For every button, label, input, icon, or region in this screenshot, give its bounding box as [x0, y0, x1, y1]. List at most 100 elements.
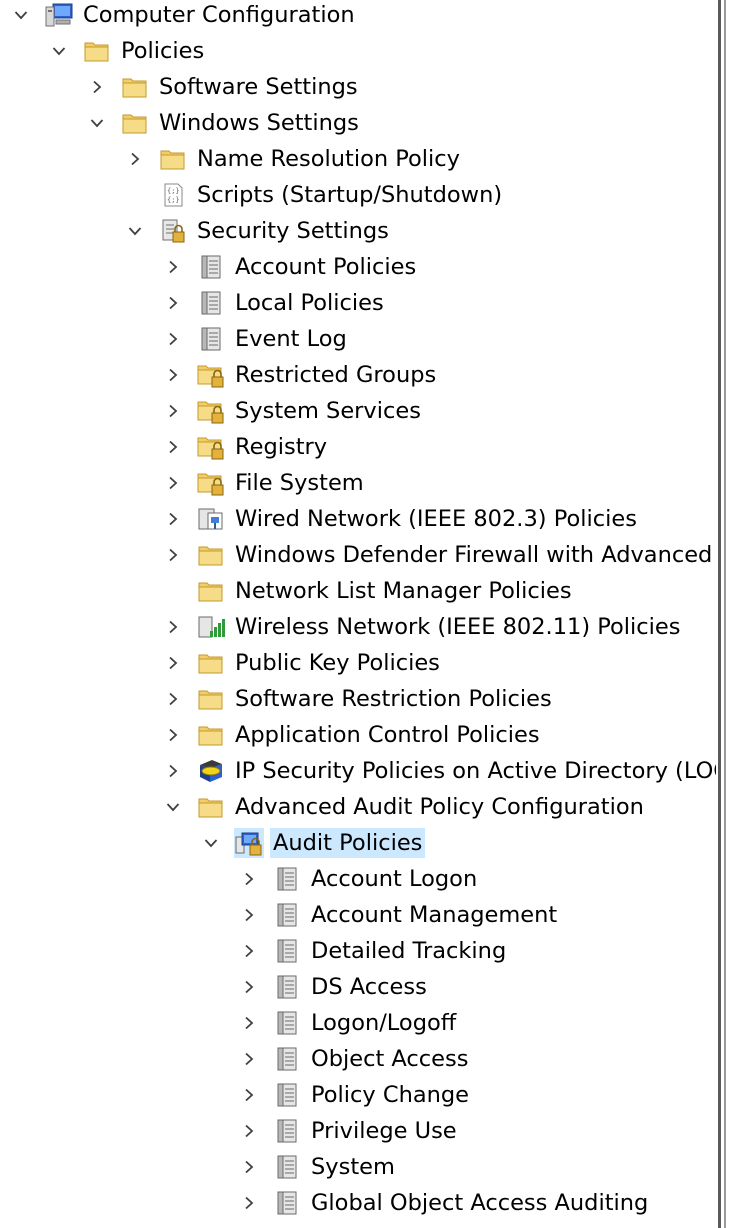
policy-book-icon — [196, 252, 226, 282]
chevron-placeholder — [124, 184, 146, 206]
chevron-right-icon[interactable] — [238, 1192, 260, 1214]
navigation-tree: Computer Configuration Policies Software S… — [0, 0, 716, 1228]
chevron-right-icon[interactable] — [238, 1120, 260, 1142]
policy-book-icon — [272, 1008, 302, 1038]
chevron-right-icon[interactable] — [238, 904, 260, 926]
tree-item-label: Account Logon — [311, 866, 478, 892]
tree-item-label: Software Restriction Policies — [235, 686, 552, 712]
chevron-right-icon[interactable] — [162, 508, 184, 530]
tree-item-label: Restricted Groups — [235, 362, 437, 388]
chevron-right-icon[interactable] — [238, 868, 260, 890]
tree-item-ds-access[interactable]: DS Access — [238, 969, 430, 1005]
chevron-right-icon[interactable] — [162, 724, 184, 746]
chevron-right-icon[interactable] — [162, 292, 184, 314]
chevron-right-icon[interactable] — [124, 148, 146, 170]
tree-item-global-object-access-auditing[interactable]: Global Object Access Auditing — [238, 1185, 651, 1221]
chevron-right-icon[interactable] — [162, 688, 184, 710]
chevron-right-icon[interactable] — [162, 616, 184, 638]
tree-item-label: Event Log — [235, 326, 347, 352]
tree-item-public-key-policies[interactable]: Public Key Policies — [162, 645, 443, 681]
chevron-right-icon[interactable] — [86, 76, 108, 98]
tree-item-detailed-tracking[interactable]: Detailed Tracking — [238, 933, 509, 969]
tree-item-label: System — [311, 1154, 395, 1180]
scrollbar-track[interactable] — [724, 0, 726, 1228]
tree-item-object-access[interactable]: Object Access — [238, 1041, 471, 1077]
tree-item-label: Object Access — [311, 1046, 469, 1072]
tree-item-account-logon[interactable]: Account Logon — [238, 861, 480, 897]
chevron-down-icon[interactable] — [10, 4, 32, 26]
tree-item-name-resolution-policy[interactable]: Name Resolution Policy — [124, 141, 463, 177]
tree-item-audit-policies[interactable]: Audit Policies — [200, 825, 426, 861]
chevron-right-icon[interactable] — [162, 328, 184, 350]
chevron-down-icon[interactable] — [200, 832, 222, 854]
chevron-down-icon[interactable] — [162, 796, 184, 818]
tree-item-application-control-policies[interactable]: Application Control Policies — [162, 717, 543, 753]
tree-item-privilege-use[interactable]: Privilege Use — [238, 1113, 460, 1149]
tree-item-label: Computer Configuration — [83, 2, 355, 28]
chevron-right-icon[interactable] — [162, 400, 184, 422]
tree-item-label: Public Key Policies — [235, 650, 440, 676]
chevron-right-icon[interactable] — [162, 652, 184, 674]
locked-folder-icon — [196, 468, 226, 498]
tree-item-policy-change[interactable]: Policy Change — [238, 1077, 472, 1113]
locked-folder-icon — [196, 432, 226, 462]
locked-folder-icon — [196, 396, 226, 426]
tree-item-policies[interactable]: Policies — [48, 33, 207, 69]
folder-icon — [196, 720, 226, 750]
chevron-right-icon[interactable] — [238, 1048, 260, 1070]
tree-item-label: Audit Policies — [270, 828, 426, 858]
chevron-right-icon[interactable] — [162, 256, 184, 278]
tree-item-account-management[interactable]: Account Management — [238, 897, 560, 933]
tree-item-system-services[interactable]: System Services — [162, 393, 424, 429]
tree-item-registry[interactable]: Registry — [162, 429, 330, 465]
chevron-placeholder — [162, 580, 184, 602]
chevron-right-icon[interactable] — [162, 760, 184, 782]
tree-item-file-system[interactable]: File System — [162, 465, 367, 501]
tree-item-security-settings[interactable]: Security Settings — [124, 213, 392, 249]
tree-item-ip-security-policies-on-active-directory-logs[interactable]: IP Security Policies on Active Directory… — [162, 753, 716, 789]
tree-item-label: DS Access — [311, 974, 427, 1000]
tree-item-restricted-groups[interactable]: Restricted Groups — [162, 357, 439, 393]
chevron-down-icon[interactable] — [124, 220, 146, 242]
chevron-right-icon[interactable] — [238, 976, 260, 998]
tree-item-software-restriction-policies[interactable]: Software Restriction Policies — [162, 681, 555, 717]
chevron-down-icon[interactable] — [48, 40, 70, 62]
tree-item-event-log[interactable]: Event Log — [162, 321, 350, 357]
tree-item-logon-logoff[interactable]: Logon/Logoff — [238, 1005, 459, 1041]
tree-item-label: Wired Network (IEEE 802.3) Policies — [235, 506, 637, 532]
tree-item-account-policies[interactable]: Account Policies — [162, 249, 419, 285]
tree-item-system[interactable]: System — [238, 1149, 398, 1185]
tree-item-scripts-startup-shutdown[interactable]: {;} {;} Scripts (Startup/Shutdown) — [124, 177, 505, 213]
chevron-right-icon[interactable] — [238, 1156, 260, 1178]
tree-item-windows-defender-firewall-with-advanced-se[interactable]: Windows Defender Firewall with Advanced … — [162, 537, 716, 573]
chevron-right-icon[interactable] — [238, 940, 260, 962]
tree-item-computer-configuration[interactable]: Computer Configuration — [10, 0, 358, 33]
tree-item-local-policies[interactable]: Local Policies — [162, 285, 387, 321]
tree-item-label: Registry — [235, 434, 328, 460]
chevron-right-icon[interactable] — [162, 436, 184, 458]
tree-item-windows-settings[interactable]: Windows Settings — [86, 105, 362, 141]
policy-book-icon — [272, 1116, 302, 1146]
folder-icon — [196, 648, 226, 678]
vertical-scrollbar[interactable] — [716, 0, 732, 1228]
tree-item-label: Name Resolution Policy — [197, 146, 460, 172]
folder-icon — [196, 576, 226, 606]
chevron-right-icon[interactable] — [162, 544, 184, 566]
chevron-right-icon[interactable] — [238, 1084, 260, 1106]
locked-folder-icon — [196, 360, 226, 390]
tree-item-wireless-network-ieee-802-11-policies[interactable]: Wireless Network (IEEE 802.11) Policies — [162, 609, 684, 645]
tree-item-software-settings[interactable]: Software Settings — [86, 69, 361, 105]
tree-item-advanced-audit-policy-configuration[interactable]: Advanced Audit Policy Configuration — [162, 789, 647, 825]
chevron-right-icon[interactable] — [162, 364, 184, 386]
policy-book-icon — [272, 936, 302, 966]
chevron-right-icon[interactable] — [238, 1012, 260, 1034]
tree-item-wired-network-ieee-802-3-policies[interactable]: Wired Network (IEEE 802.3) Policies — [162, 501, 640, 537]
chevron-right-icon[interactable] — [162, 472, 184, 494]
tree-item-network-list-manager-policies[interactable]: Network List Manager Policies — [162, 573, 575, 609]
tree-item-label: Windows Settings — [159, 110, 359, 136]
chevron-down-icon[interactable] — [86, 112, 108, 134]
folder-icon — [120, 108, 150, 138]
tree-item-label: Windows Defender Firewall with Advanced … — [235, 542, 716, 568]
tree-item-label: Global Object Access Auditing — [311, 1190, 649, 1216]
tree-item-label: IP Security Policies on Active Directory… — [235, 758, 716, 784]
